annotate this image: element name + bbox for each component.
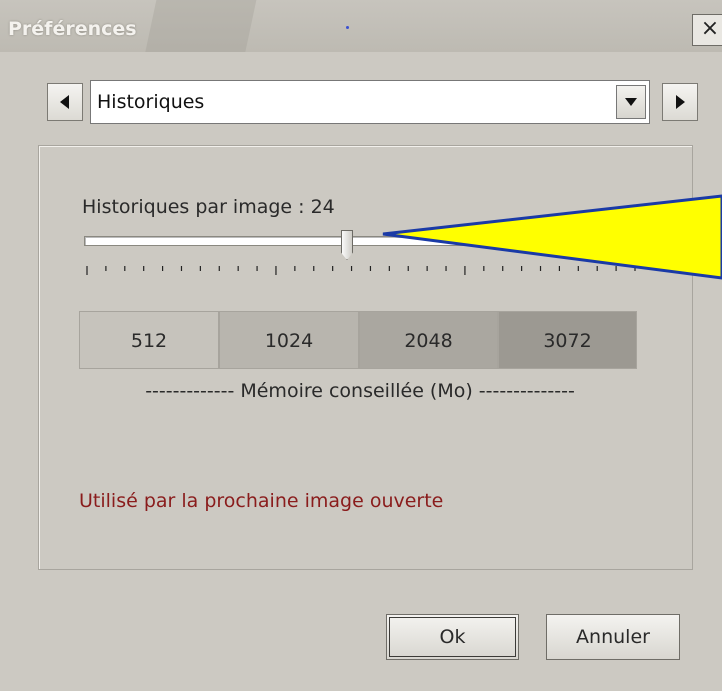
section-dropdown-value: Historiques — [97, 91, 205, 113]
history-slider-label: Historiques par image : 24 — [82, 196, 335, 218]
close-button[interactable]: × — [692, 14, 722, 46]
memory-option-1024: 1024 — [219, 311, 359, 369]
memory-option-512: 512 — [79, 311, 219, 369]
slider-ticks — [84, 264, 644, 276]
history-slider-track[interactable] — [84, 236, 640, 246]
triangle-left-icon — [60, 95, 69, 109]
window-title: Préférences — [8, 18, 137, 40]
memory-option-3072: 3072 — [498, 311, 637, 369]
title-dot — [346, 26, 349, 29]
triangle-right-icon — [676, 95, 685, 109]
chevron-down-icon — [625, 98, 637, 106]
ok-button[interactable]: Ok — [386, 614, 519, 660]
notice-text: Utilisé par la prochaine image ouverte — [79, 490, 444, 512]
dropdown-toggle-button[interactable] — [616, 85, 646, 119]
next-section-button[interactable] — [662, 83, 698, 121]
title-bar: Préférences × — [0, 0, 722, 52]
memory-option-2048: 2048 — [359, 311, 498, 369]
section-dropdown[interactable]: Historiques — [90, 80, 650, 124]
previous-section-button[interactable] — [47, 83, 83, 121]
cancel-button[interactable]: Annuler — [546, 614, 680, 660]
memory-caption: ------------- Mémoire conseillée (Mo) --… — [145, 380, 575, 402]
